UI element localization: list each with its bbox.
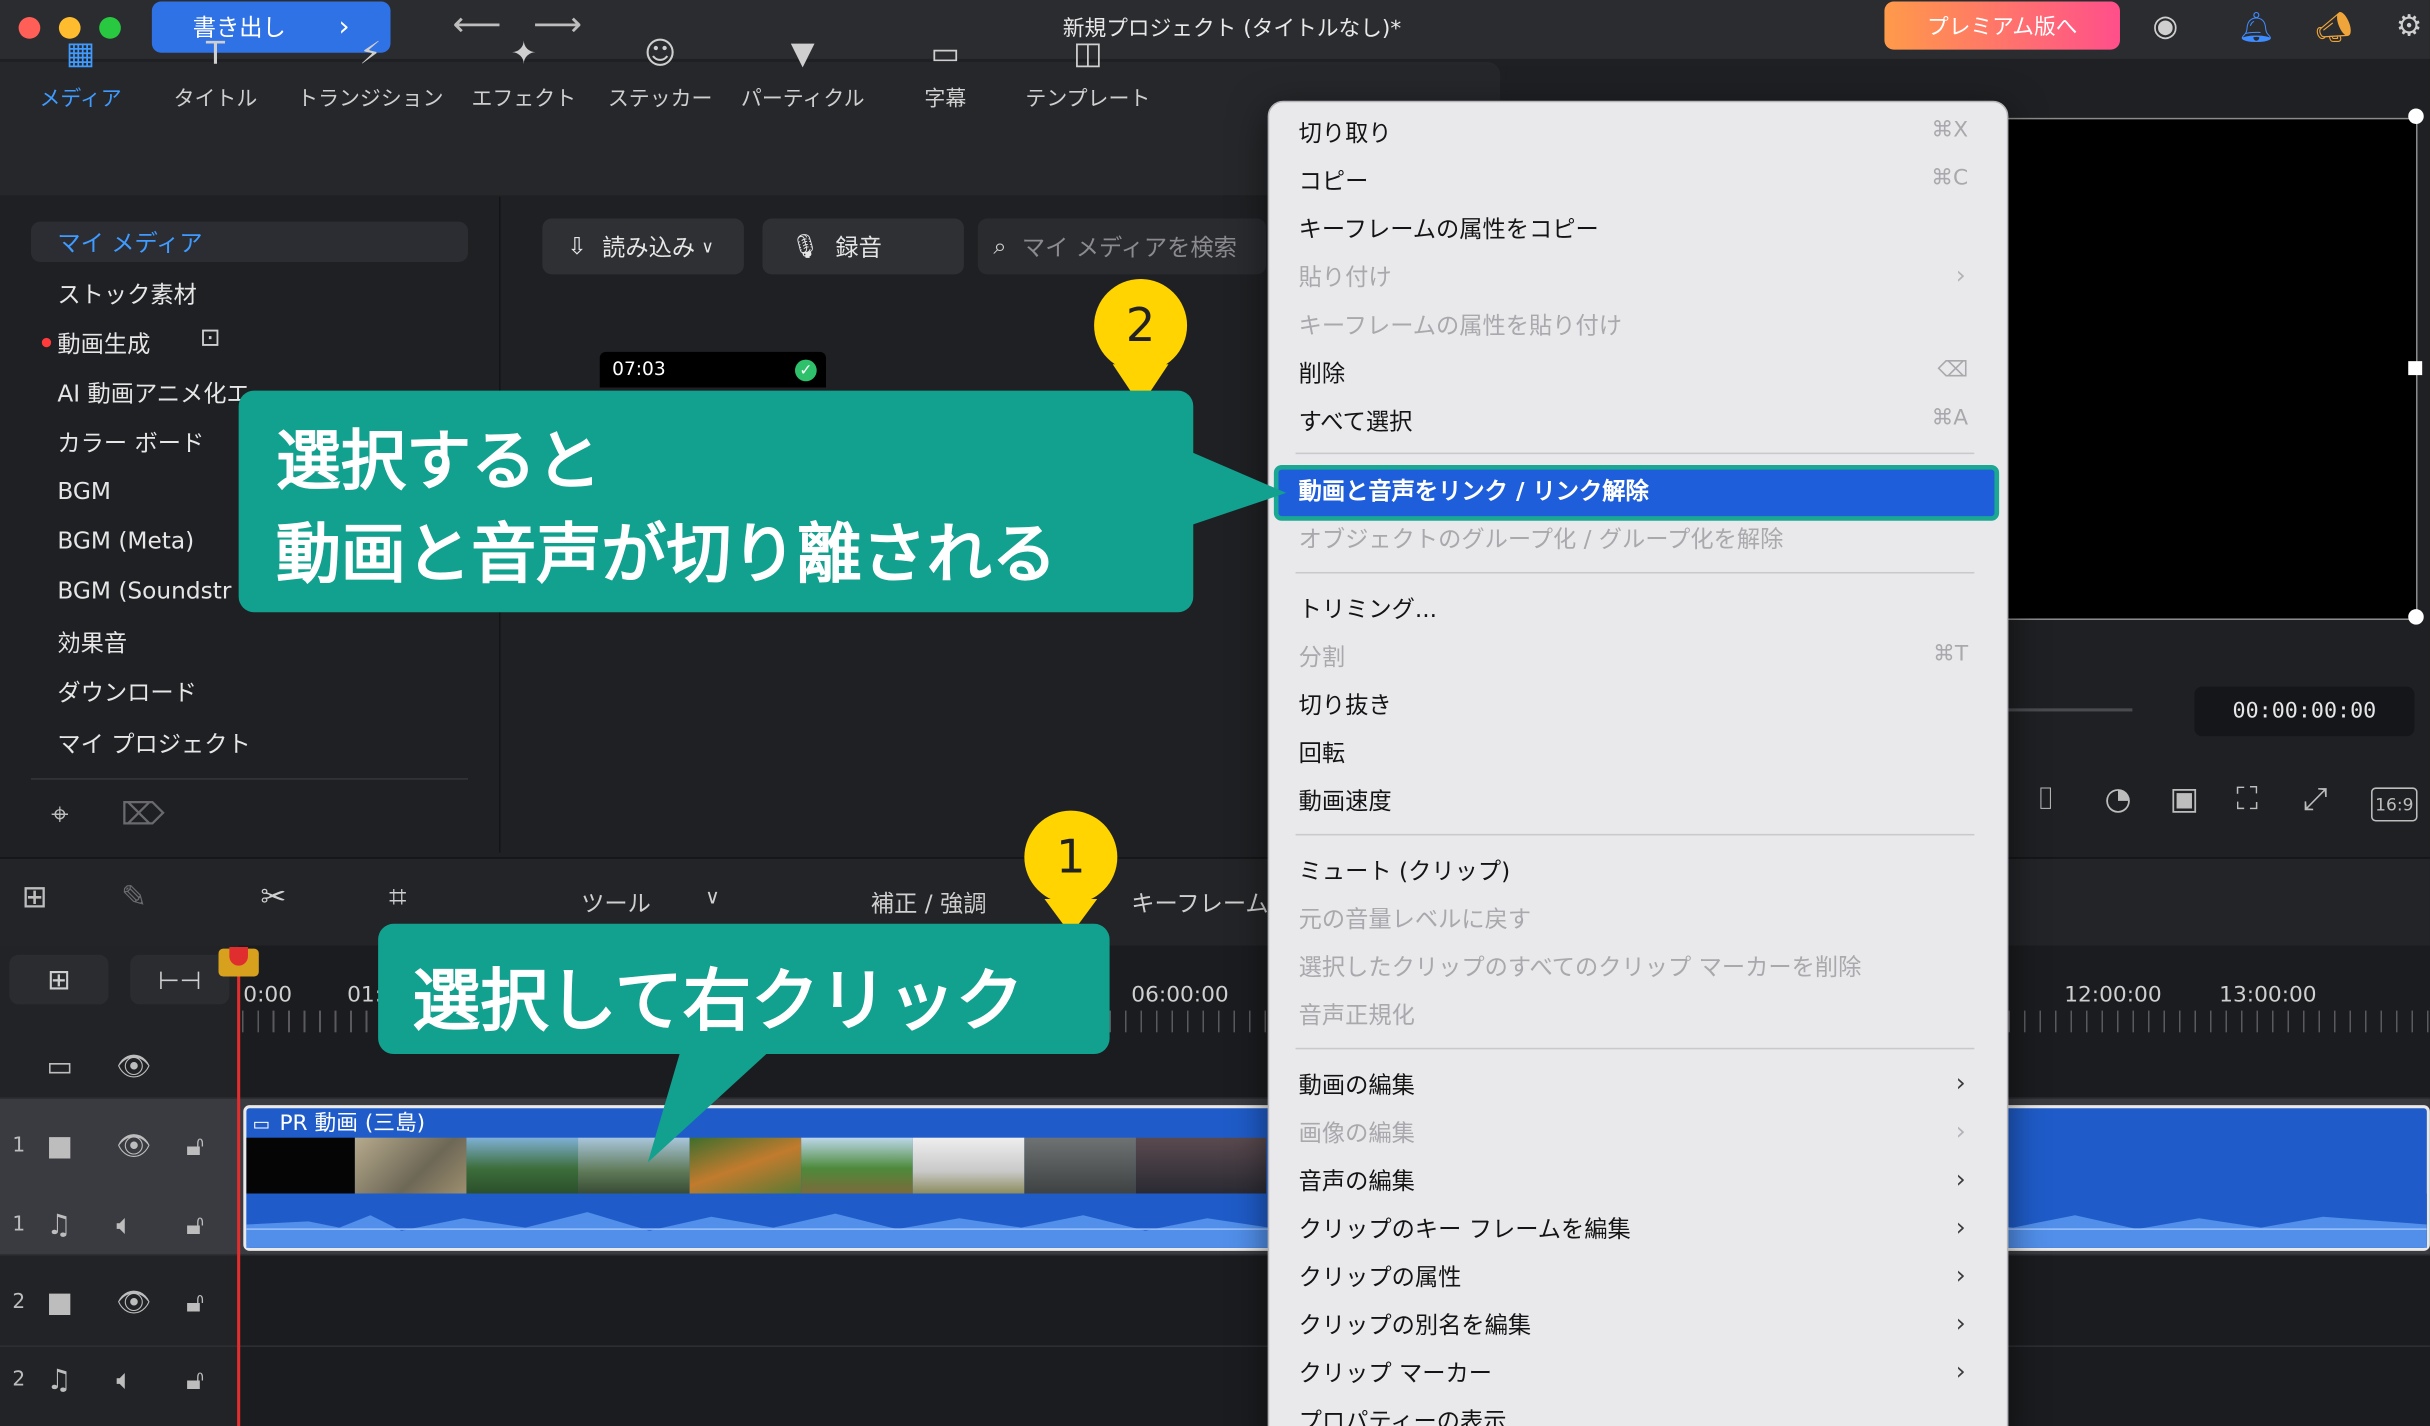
callout-pointers [647,364,1287,1163]
callout-text: 選択して右クリック [412,962,1024,1042]
callout-link-unlink: 選択すると 動画と音声が切り離される [238,390,1194,613]
callout-line-2: 動画と音声が切り離される [275,516,1057,593]
app-window: 書き出し › ⟵ ⟶ 新規プロジェクト (タイトルなし)* プレミアム版へ ◉ … [0,0,2430,1426]
step-badge-2: 2 [1094,279,1188,372]
callout-line-1: 選択すると [275,423,602,500]
callout-right-click: 選択して右クリック [378,923,1110,1054]
step-badge-1: 1 [1024,810,1118,904]
